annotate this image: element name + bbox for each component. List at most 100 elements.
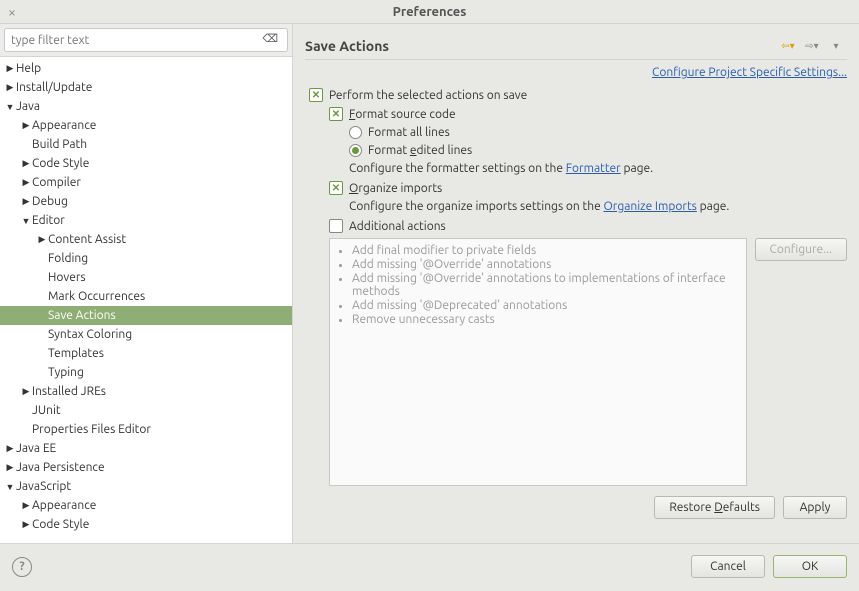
tree-item-label: Folding <box>48 252 88 265</box>
tree-item[interactable]: ▶Compiler <box>0 173 292 192</box>
expander-icon[interactable]: ▶ <box>20 386 32 397</box>
tree-item[interactable]: Syntax Coloring <box>0 325 292 344</box>
tree-item-label: Appearance <box>32 499 96 512</box>
apply-button[interactable]: Apply <box>783 496 847 519</box>
perform-label: Perform the selected actions on save <box>329 89 527 102</box>
organize-imports-link[interactable]: Organize Imports <box>603 200 696 213</box>
tree-item[interactable]: Save Actions <box>0 306 292 325</box>
perform-checkbox[interactable] <box>309 88 323 102</box>
project-settings-link[interactable]: Configure Project Specific Settings... <box>652 66 847 79</box>
expander-icon[interactable]: ▶ <box>20 177 32 188</box>
back-icon[interactable]: ⇦▾ <box>777 37 799 55</box>
tree-item[interactable]: Build Path <box>0 135 292 154</box>
close-icon[interactable]: × <box>0 4 24 20</box>
ok-button[interactable]: OK <box>773 555 847 578</box>
clear-filter-icon[interactable]: ⌫ <box>262 32 278 45</box>
expander-icon[interactable]: ▶ <box>20 500 32 511</box>
tree-item-label: Java EE <box>16 442 56 455</box>
organize-hint: Configure the organize imports settings … <box>349 200 847 213</box>
tree-item[interactable]: ▼JavaScript <box>0 477 292 496</box>
list-item: Remove unnecessary casts <box>352 313 738 326</box>
tree-item-label: Debug <box>32 195 68 208</box>
tree-item-label: Mark Occurrences <box>48 290 145 303</box>
format-all-label: Format all lines <box>368 126 450 139</box>
tree-item[interactable]: ▶Code Style <box>0 515 292 534</box>
tree-item-label: Code Style <box>32 157 89 170</box>
expander-icon[interactable]: ▼ <box>4 102 16 112</box>
title-bar: × Preferences <box>0 0 859 24</box>
cancel-button[interactable]: Cancel <box>691 555 765 578</box>
tree-item-label: Properties Files Editor <box>32 423 151 436</box>
help-icon[interactable]: ? <box>12 557 32 577</box>
expander-icon[interactable]: ▶ <box>4 462 16 473</box>
list-item: Add missing '@Deprecated' annotations <box>352 299 738 312</box>
tree-item-label: Hovers <box>48 271 86 284</box>
tree-item[interactable]: ▶Install/Update <box>0 78 292 97</box>
expander-icon[interactable]: ▶ <box>20 120 32 131</box>
additional-actions-list: Add final modifier to private fieldsAdd … <box>329 238 747 486</box>
additional-label: Additional actions <box>349 220 446 233</box>
format-label: Format source code <box>349 108 456 121</box>
tree-item[interactable]: ▶Installed JREs <box>0 382 292 401</box>
tree-item[interactable]: Properties Files Editor <box>0 420 292 439</box>
tree-item[interactable]: Mark Occurrences <box>0 287 292 306</box>
tree-item[interactable]: Templates <box>0 344 292 363</box>
tree-item[interactable]: ▶Java Persistence <box>0 458 292 477</box>
tree-item[interactable]: ▶Code Style <box>0 154 292 173</box>
tree-item[interactable]: ▶Content Assist <box>0 230 292 249</box>
tree-item-label: Syntax Coloring <box>48 328 132 341</box>
expander-icon[interactable]: ▼ <box>4 482 16 492</box>
expander-icon[interactable]: ▶ <box>20 196 32 207</box>
preferences-tree[interactable]: ▶Help▶Install/Update▼Java▶AppearanceBuil… <box>0 56 292 543</box>
tree-item[interactable]: ▶Appearance <box>0 496 292 515</box>
format-all-radio[interactable] <box>349 126 362 139</box>
expander-icon[interactable]: ▼ <box>20 216 32 226</box>
formatter-hint: Configure the formatter settings on the … <box>349 162 847 175</box>
sidebar: ⌫ ▶Help▶Install/Update▼Java▶AppearanceBu… <box>0 24 293 543</box>
format-checkbox[interactable] <box>329 107 343 121</box>
format-edited-label: Format edited lines <box>368 144 472 157</box>
tree-item-label: Editor <box>32 214 65 227</box>
formatter-link[interactable]: Formatter <box>566 162 621 175</box>
forward-icon[interactable]: ⇨▾ <box>801 37 823 55</box>
configure-button: Configure... <box>755 238 847 261</box>
expander-icon[interactable]: ▶ <box>4 443 16 454</box>
tree-item-label: Java <box>16 100 40 113</box>
expander-icon[interactable]: ▶ <box>20 519 32 530</box>
tree-item-label: Java Persistence <box>16 461 105 474</box>
tree-item[interactable]: ▶Java EE <box>0 439 292 458</box>
tree-item-label: Templates <box>48 347 104 360</box>
tree-item-label: Code Style <box>32 518 89 531</box>
format-edited-radio[interactable] <box>349 144 362 157</box>
expander-icon[interactable]: ▶ <box>36 234 48 245</box>
tree-item[interactable]: Typing <box>0 363 292 382</box>
restore-defaults-button[interactable]: Restore Defaults <box>654 496 775 519</box>
list-item: Add missing '@Override' annotations to i… <box>352 272 738 298</box>
menu-icon[interactable]: ▾ <box>825 37 847 55</box>
tree-item-label: Content Assist <box>48 233 126 246</box>
tree-item[interactable]: ▼Java <box>0 97 292 116</box>
expander-icon[interactable]: ▶ <box>20 158 32 169</box>
tree-item[interactable]: Folding <box>0 249 292 268</box>
tree-item-label: JavaScript <box>16 480 71 493</box>
tree-item[interactable]: Hovers <box>0 268 292 287</box>
tree-item-label: Appearance <box>32 119 96 132</box>
page-title: Save Actions <box>305 38 777 54</box>
expander-icon[interactable]: ▶ <box>4 82 16 93</box>
tree-item[interactable]: ▶Appearance <box>0 116 292 135</box>
main-panel: Save Actions ⇦▾ ⇨▾ ▾ Configure Project S… <box>293 24 859 543</box>
organize-label: Organize imports <box>349 182 442 195</box>
additional-checkbox[interactable] <box>329 219 343 233</box>
tree-item[interactable]: ▼Editor <box>0 211 292 230</box>
dialog-footer: ? Cancel OK <box>0 543 859 589</box>
expander-icon[interactable]: ▶ <box>4 63 16 74</box>
tree-item-label: Install/Update <box>16 81 92 94</box>
organize-checkbox[interactable] <box>329 181 343 195</box>
tree-item[interactable]: JUnit <box>0 401 292 420</box>
tree-item-label: Installed JREs <box>32 385 106 398</box>
tree-item-label: JUnit <box>32 404 61 417</box>
filter-input[interactable] <box>4 28 288 52</box>
tree-item-label: Build Path <box>32 138 87 151</box>
tree-item[interactable]: ▶Help <box>0 59 292 78</box>
tree-item[interactable]: ▶Debug <box>0 192 292 211</box>
